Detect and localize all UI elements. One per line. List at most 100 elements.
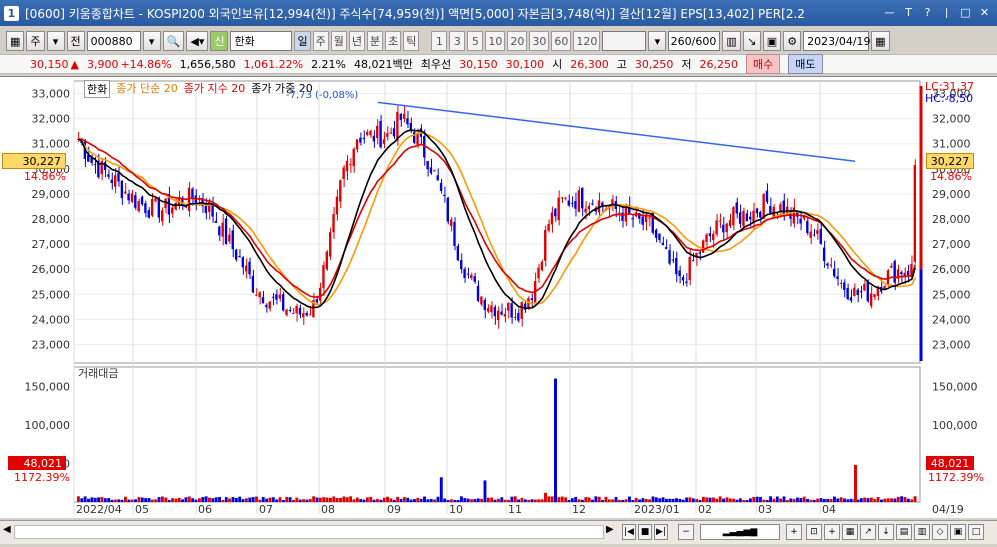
interval-120[interactable]: 120 bbox=[573, 31, 601, 51]
volume-bar bbox=[103, 498, 107, 502]
speaker-icon[interactable]: ◀▾ bbox=[186, 31, 209, 51]
volume-bar bbox=[628, 496, 631, 502]
first-page-icon[interactable]: |◀ bbox=[622, 524, 636, 540]
candle-body bbox=[426, 161, 429, 170]
layout-icon[interactable]: ▦ bbox=[6, 31, 25, 51]
window-icon[interactable]: □ bbox=[968, 524, 984, 540]
search-icon[interactable]: 🔍 bbox=[162, 31, 185, 51]
volume-bar bbox=[335, 497, 339, 502]
volume-bar bbox=[392, 499, 396, 502]
candle-body bbox=[570, 202, 574, 204]
candle-body bbox=[712, 233, 715, 241]
tab-second[interactable]: 초 bbox=[385, 31, 402, 51]
low-price: 26,250 bbox=[699, 57, 739, 71]
turnover-rate: 2.21% bbox=[311, 57, 347, 71]
volume-bar bbox=[423, 496, 426, 502]
scroll-right-icon[interactable]: ▶ bbox=[606, 524, 614, 535]
code-dropdown-icon[interactable]: ▾ bbox=[142, 31, 161, 51]
legend-ma-simple[interactable]: 종가 단순 20 bbox=[116, 80, 177, 98]
tab-tick[interactable]: 틱 bbox=[403, 31, 420, 51]
interval-20[interactable]: 20 bbox=[507, 31, 528, 51]
volume-marker-left: 48,021 bbox=[8, 456, 66, 470]
volume-bar bbox=[285, 497, 289, 502]
volume-bar bbox=[439, 477, 443, 502]
legend-stock[interactable]: 한화 bbox=[84, 80, 111, 98]
gear-icon[interactable]: ⚙ bbox=[783, 31, 802, 51]
buy-button[interactable]: 매수 bbox=[746, 54, 781, 74]
volume-bar bbox=[785, 500, 789, 502]
interval-10[interactable]: 10 bbox=[485, 31, 506, 51]
crosshair-icon[interactable]: + bbox=[824, 524, 840, 540]
custom-interval-input[interactable] bbox=[602, 31, 647, 51]
candle-body bbox=[392, 128, 396, 137]
volume-bar bbox=[809, 499, 813, 502]
chart-svg[interactable]: 33,000 33,00032,000 32,00031,000 31,00030,0… bbox=[0, 77, 997, 519]
minimize-icon[interactable]: ㅡ bbox=[881, 4, 898, 21]
tab-week[interactable]: 주 bbox=[312, 31, 329, 51]
draw-tool-icon[interactable]: ↘ bbox=[742, 31, 761, 51]
stop-icon[interactable]: ■ bbox=[638, 524, 652, 540]
grid-icon[interactable]: ▦ bbox=[842, 524, 858, 540]
volume-bar bbox=[614, 497, 618, 502]
interval-dropdown-icon[interactable]: ▾ bbox=[648, 31, 667, 51]
volume-bar bbox=[476, 498, 480, 502]
expand-icon[interactable]: ◇ bbox=[932, 524, 948, 540]
volume-bar bbox=[896, 496, 900, 502]
tab-year[interactable]: 년 bbox=[348, 31, 365, 51]
time-tick-label: 08 bbox=[321, 503, 335, 516]
data-count-field[interactable]: 260/600 bbox=[668, 31, 721, 51]
tab-month[interactable]: 월 bbox=[330, 31, 347, 51]
interval-30[interactable]: 30 bbox=[529, 31, 550, 51]
candle-body bbox=[557, 197, 560, 221]
candle-body bbox=[745, 213, 748, 222]
chevron-down-icon[interactable]: ▾ bbox=[46, 31, 65, 51]
legend-ma-exp[interactable]: 종가 지수 20 bbox=[184, 80, 245, 98]
price-tick-label-left: 32,000 bbox=[32, 113, 71, 126]
volume-bar bbox=[365, 497, 369, 502]
time-tick-label: 2023/01 bbox=[634, 503, 680, 516]
arrow-icon[interactable]: ↗ bbox=[860, 524, 876, 540]
indicator-icon[interactable]: ▥ bbox=[722, 31, 741, 51]
date-input[interactable]: 2023/04/19 bbox=[803, 31, 871, 51]
save-icon[interactable]: ▣ bbox=[762, 31, 782, 51]
help-icon[interactable]: ? bbox=[919, 4, 936, 21]
zoom-slider[interactable]: ▂▃▄▅▆ bbox=[700, 524, 780, 540]
trade-amount: 48,021백만 bbox=[354, 58, 413, 71]
sell-button[interactable]: 매도 bbox=[788, 54, 823, 74]
volume-bar bbox=[678, 498, 682, 502]
zoom-in-icon[interactable]: + bbox=[786, 524, 802, 540]
type-select[interactable]: 주 bbox=[26, 31, 45, 51]
volume-bar bbox=[796, 497, 799, 502]
candle-body bbox=[581, 188, 584, 209]
camera-icon[interactable]: ▣ bbox=[950, 524, 966, 540]
candle-body bbox=[305, 312, 308, 316]
close-icon[interactable]: ✕ bbox=[976, 4, 993, 21]
interval-5[interactable]: 5 bbox=[467, 31, 484, 51]
next-page-icon[interactable]: ▶| bbox=[654, 524, 668, 540]
volume-bar bbox=[463, 498, 467, 502]
zoom-out-icon[interactable]: − bbox=[678, 524, 694, 540]
scroll-left-icon[interactable]: ◀ bbox=[3, 524, 11, 535]
interval-60[interactable]: 60 bbox=[551, 31, 572, 51]
volume-bar bbox=[308, 499, 312, 502]
stock-code-input[interactable]: 000880 bbox=[86, 31, 141, 51]
volume-bar bbox=[621, 499, 625, 502]
interval-3[interactable]: 3 bbox=[449, 31, 466, 51]
tile-icon[interactable]: ▤ bbox=[896, 524, 912, 540]
volume-title[interactable]: 거래대금 bbox=[78, 365, 118, 381]
tab-day[interactable]: 일 bbox=[294, 31, 311, 51]
all-select[interactable]: 전 bbox=[66, 31, 85, 51]
chart-area[interactable]: 33,000 33,000 32,000 32,000 31,000 31,000 30,0… bbox=[0, 76, 997, 518]
candle-body bbox=[631, 218, 634, 220]
maximize-icon[interactable]: □ bbox=[957, 4, 974, 21]
volume-bar bbox=[228, 498, 232, 502]
tile2-icon[interactable]: ▥ bbox=[914, 524, 930, 540]
scroll-track[interactable] bbox=[14, 525, 604, 539]
text-icon[interactable]: T bbox=[900, 4, 917, 21]
fit-icon[interactable]: ⊡ bbox=[806, 524, 822, 540]
tab-minute[interactable]: 분 bbox=[366, 31, 384, 51]
candle-body bbox=[913, 165, 916, 262]
down-arrow-icon[interactable]: ↓ bbox=[878, 524, 894, 540]
interval-1[interactable]: 1 bbox=[431, 31, 448, 51]
calendar-icon[interactable]: ▦ bbox=[871, 31, 890, 51]
